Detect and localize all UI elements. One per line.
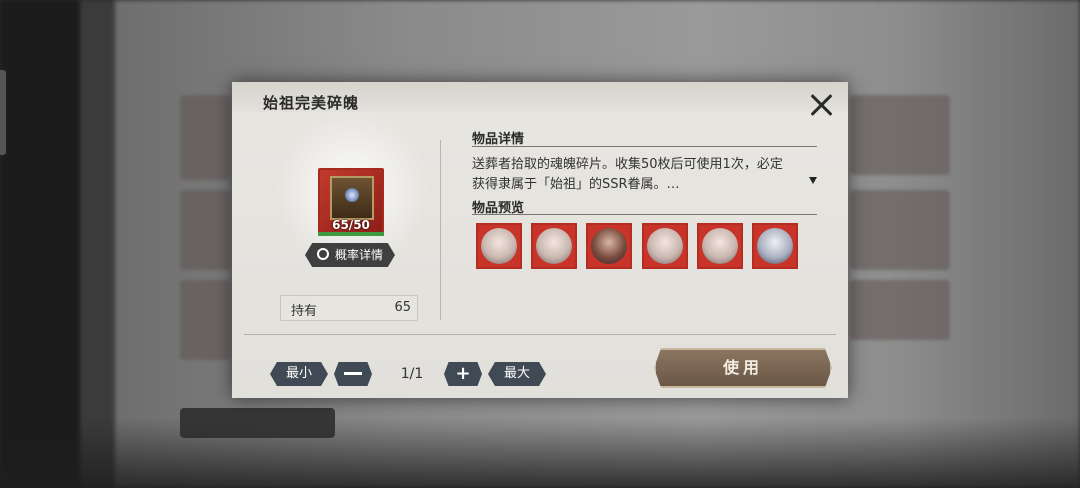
hold-label: 持有 [291, 304, 318, 319]
preview-portrait[interactable] [642, 223, 688, 269]
background-card [180, 280, 230, 360]
character-face [757, 228, 793, 264]
background-card [850, 190, 950, 270]
minus-button[interactable] [334, 362, 372, 386]
side-handle [0, 70, 6, 155]
character-face [647, 228, 683, 264]
minus-icon [344, 372, 362, 375]
character-face [536, 228, 572, 264]
mirror-icon [330, 176, 374, 220]
background-card [850, 95, 950, 175]
background-card [850, 280, 950, 340]
gem-icon [345, 188, 359, 202]
character-face [591, 228, 627, 264]
item-description: 送葬者拾取的魂魄碎片。收集50枚后可使用1次，必定获得隶属于「始祖」的SSR眷属… [472, 157, 783, 192]
search-icon [316, 248, 329, 260]
preview-rule [472, 214, 817, 215]
preview-portrait[interactable] [697, 223, 743, 269]
hold-value: 65 [394, 300, 411, 315]
background-shade [0, 418, 1080, 488]
preview-portrait[interactable] [476, 223, 522, 269]
close-icon[interactable] [807, 91, 835, 119]
expand-arrow-icon[interactable] [809, 177, 817, 184]
hold-count-box: 持有 65 [280, 295, 418, 321]
plus-icon: + [455, 363, 471, 384]
preview-portrait[interactable] [531, 223, 577, 269]
item-count: 65/50 [332, 218, 370, 232]
preview-portrait[interactable] [752, 223, 798, 269]
use-button[interactable]: 使用 [654, 348, 832, 388]
background-button [180, 408, 335, 438]
background-card [180, 95, 230, 180]
plus-button[interactable]: + [444, 362, 482, 386]
probability-details-label: 概率详情 [334, 248, 383, 262]
probability-details-button[interactable]: 概率详情 [305, 243, 395, 267]
bottom-divider [244, 334, 836, 335]
panel-divider [440, 140, 441, 320]
item-dialog: 始祖完美碎魄 65/50 概率详情 持有 65 物品详情 送葬者拾取的魂魄碎片。… [232, 82, 848, 398]
item-progress-bar [318, 232, 384, 236]
details-rule [472, 146, 817, 147]
character-face [481, 228, 517, 264]
quantity-value[interactable]: 1/1 [382, 362, 442, 386]
background-card [180, 190, 230, 270]
min-button[interactable]: 最小 [270, 362, 328, 386]
details-title: 物品详情 [472, 132, 525, 147]
character-face [702, 228, 738, 264]
item-icon[interactable]: 65/50 [318, 168, 384, 234]
preview-portrait[interactable] [586, 223, 632, 269]
max-button[interactable]: 最大 [488, 362, 546, 386]
